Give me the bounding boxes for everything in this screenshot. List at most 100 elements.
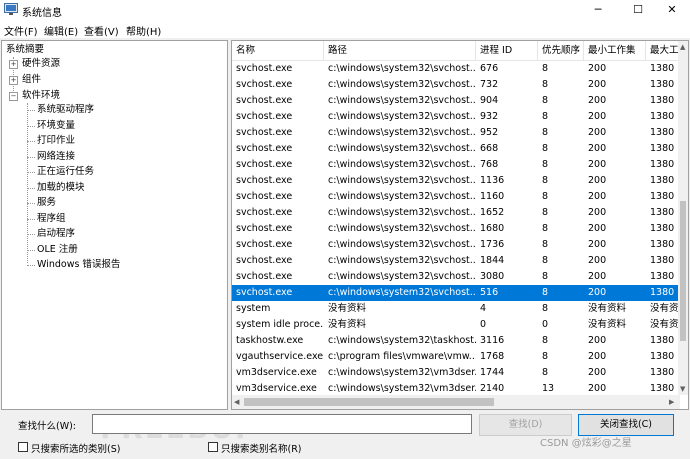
column-header-name[interactable]: 名称 <box>232 41 324 60</box>
scroll-left-icon[interactable]: ◀ <box>234 398 239 406</box>
search-selected-category-checkbox[interactable] <box>18 442 28 452</box>
cell-pid: 768 <box>480 159 499 170</box>
cell-priority: 8 <box>542 159 549 170</box>
cell-path: c:\windows\system32\svchost... <box>328 95 476 106</box>
scroll-up-icon[interactable]: ▲ <box>680 43 685 51</box>
expand-plus-icon[interactable]: + <box>9 76 18 85</box>
cell-min-working-set: 200 <box>588 63 607 74</box>
minimize-button[interactable]: ─ <box>580 0 616 20</box>
cell-pid: 1736 <box>480 239 505 250</box>
tree-item-env-vars[interactable]: 环境变量 <box>37 119 75 133</box>
table-row[interactable]: system 没有资料 4 8 没有资料 没有资 <box>232 301 680 317</box>
cell-path: c:\windows\system32\svchost... <box>328 287 476 298</box>
table-row[interactable]: taskhostw.exe c:\windows\system32\taskhos… <box>232 333 680 349</box>
tree-item-program-groups[interactable]: 程序组 <box>37 212 66 226</box>
table-row[interactable]: system idle proce... 没有资料 0 0 没有资料 没有资 <box>232 317 680 333</box>
cell-pid: 0 <box>480 319 487 330</box>
table-row[interactable]: svchost.exe c:\windows\system32\svchost..… <box>232 253 680 269</box>
collapse-minus-icon[interactable]: − <box>9 92 18 101</box>
table-row[interactable]: svchost.exe c:\windows\system32\svchost..… <box>232 77 680 93</box>
tree-item-print-jobs[interactable]: 打印作业 <box>37 134 75 148</box>
search-category-names-checkbox[interactable] <box>208 442 218 452</box>
cell-pid: 732 <box>480 79 499 90</box>
table-row[interactable]: svchost.exe c:\windows\system32\svchost..… <box>232 269 680 285</box>
table-row[interactable]: svchost.exe c:\windows\system32\svchost..… <box>232 93 680 109</box>
cell-max-working-set: 1380 <box>650 175 675 186</box>
menu-view[interactable]: 查看(V) <box>84 23 119 38</box>
cell-priority: 8 <box>542 239 549 250</box>
table-row[interactable]: svchost.exe c:\windows\system32\svchost..… <box>232 141 680 157</box>
tree-item-system-summary[interactable]: 系统摘要 <box>6 43 44 57</box>
table-row[interactable]: svchost.exe c:\windows\system32\svchost..… <box>232 157 680 173</box>
vertical-scroll-thumb[interactable] <box>680 201 686 341</box>
close-button[interactable]: ✕ <box>654 0 690 20</box>
tree-item-loaded-modules[interactable]: 加载的模块 <box>37 181 85 195</box>
column-header-path[interactable]: 路径 <box>324 41 476 60</box>
tree-item-startup-programs[interactable]: 启动程序 <box>37 227 75 241</box>
table-row[interactable]: svchost.exe c:\windows\system32\svchost..… <box>232 189 680 205</box>
table-row[interactable]: vgauthservice.exe c:\program files\vmware… <box>232 349 680 365</box>
tree-item-windows-error-reporting[interactable]: Windows 错误报告 <box>37 258 120 272</box>
cell-priority: 8 <box>542 335 549 346</box>
column-header-pid[interactable]: 进程 ID <box>476 41 538 60</box>
cell-name: svchost.exe <box>236 175 293 186</box>
table-row[interactable]: vm3dservice.exe c:\windows\system32\vm3ds… <box>232 365 680 381</box>
menu-help[interactable]: 帮助(H) <box>126 23 161 38</box>
cell-min-working-set: 200 <box>588 111 607 122</box>
table-row[interactable]: svchost.exe c:\windows\system32\svchost..… <box>232 125 680 141</box>
tree-item-network-connections[interactable]: 网络连接 <box>37 150 75 164</box>
tree-item-software[interactable]: 软件环境 <box>22 89 60 103</box>
close-find-button[interactable]: 关闭查找(C) <box>578 414 674 436</box>
cell-priority: 0 <box>542 319 549 330</box>
tree-item-components[interactable]: 组件 <box>22 73 41 87</box>
tree-item-system-drivers[interactable]: 系统驱动程序 <box>37 103 94 117</box>
cell-name: svchost.exe <box>236 223 293 234</box>
cell-path: c:\windows\system32\svchost... <box>328 159 476 170</box>
find-input[interactable] <box>92 414 472 434</box>
table-row[interactable]: svchost.exe c:\windows\system32\svchost..… <box>232 237 680 253</box>
tree-item-running-tasks[interactable]: 正在运行任务 <box>37 165 94 179</box>
cell-max-working-set: 1380 <box>650 63 675 74</box>
column-header-min-working-set[interactable]: 最小工作集 <box>584 41 646 60</box>
cell-min-working-set: 200 <box>588 367 607 378</box>
cell-min-working-set: 200 <box>588 271 607 282</box>
cell-priority: 8 <box>542 175 549 186</box>
process-list[interactable]: 名称 路径 进程 ID 优先顺序 最小工作集 最大工 svchost.exe c:… <box>231 40 689 410</box>
list-header: 名称 路径 进程 ID 优先顺序 最小工作集 最大工 <box>232 41 688 61</box>
tree-item-hardware[interactable]: 硬件资源 <box>22 57 60 71</box>
cell-max-working-set: 1380 <box>650 127 675 138</box>
tree-item-ole-registration[interactable]: OLE 注册 <box>37 243 78 257</box>
maximize-button[interactable]: ☐ <box>620 0 656 20</box>
vertical-scrollbar[interactable]: ▲ ▼ <box>678 41 688 395</box>
scroll-down-icon[interactable]: ▼ <box>680 385 685 393</box>
cell-priority: 8 <box>542 127 549 138</box>
table-row[interactable]: svchost.exe c:\windows\system32\svchost..… <box>232 61 680 77</box>
cell-min-working-set: 200 <box>588 143 607 154</box>
expand-plus-icon[interactable]: + <box>9 60 18 69</box>
system-info-icon <box>4 3 18 15</box>
horizontal-scrollbar[interactable]: ◀ ▶ <box>232 395 680 409</box>
cell-pid: 952 <box>480 127 499 138</box>
cell-min-working-set: 200 <box>588 223 607 234</box>
tree-item-services[interactable]: 服务 <box>37 196 56 210</box>
table-row[interactable]: svchost.exe c:\windows\system32\svchost..… <box>232 205 680 221</box>
cell-pid: 1652 <box>480 207 505 218</box>
table-row[interactable]: svchost.exe c:\windows\system32\svchost..… <box>232 109 680 125</box>
scroll-right-icon[interactable]: ▶ <box>669 398 674 406</box>
cell-max-working-set: 1380 <box>650 111 675 122</box>
table-row[interactable]: svchost.exe c:\windows\system32\svchost..… <box>232 173 680 189</box>
cell-name: svchost.exe <box>236 111 293 122</box>
table-row[interactable]: svchost.exe c:\windows\system32\svchost..… <box>232 285 680 301</box>
menu-file[interactable]: 文件(F) <box>4 23 38 38</box>
column-header-priority[interactable]: 优先顺序 <box>538 41 584 60</box>
horizontal-scroll-thumb[interactable] <box>244 398 494 406</box>
table-row[interactable]: svchost.exe c:\windows\system32\svchost..… <box>232 221 680 237</box>
cell-pid: 3116 <box>480 335 505 346</box>
cell-max-working-set: 1380 <box>650 255 675 266</box>
menu-edit[interactable]: 编辑(E) <box>44 23 78 38</box>
cell-max-working-set: 1380 <box>650 335 675 346</box>
category-tree[interactable]: 系统摘要 + 硬件资源 + 组件 − 软件环境 系统驱动程序 环境变量 打印作业… <box>1 40 228 410</box>
cell-priority: 8 <box>542 255 549 266</box>
find-button[interactable]: 查找(D) <box>479 414 572 436</box>
cell-path: c:\windows\system32\vm3dser... <box>328 367 476 378</box>
